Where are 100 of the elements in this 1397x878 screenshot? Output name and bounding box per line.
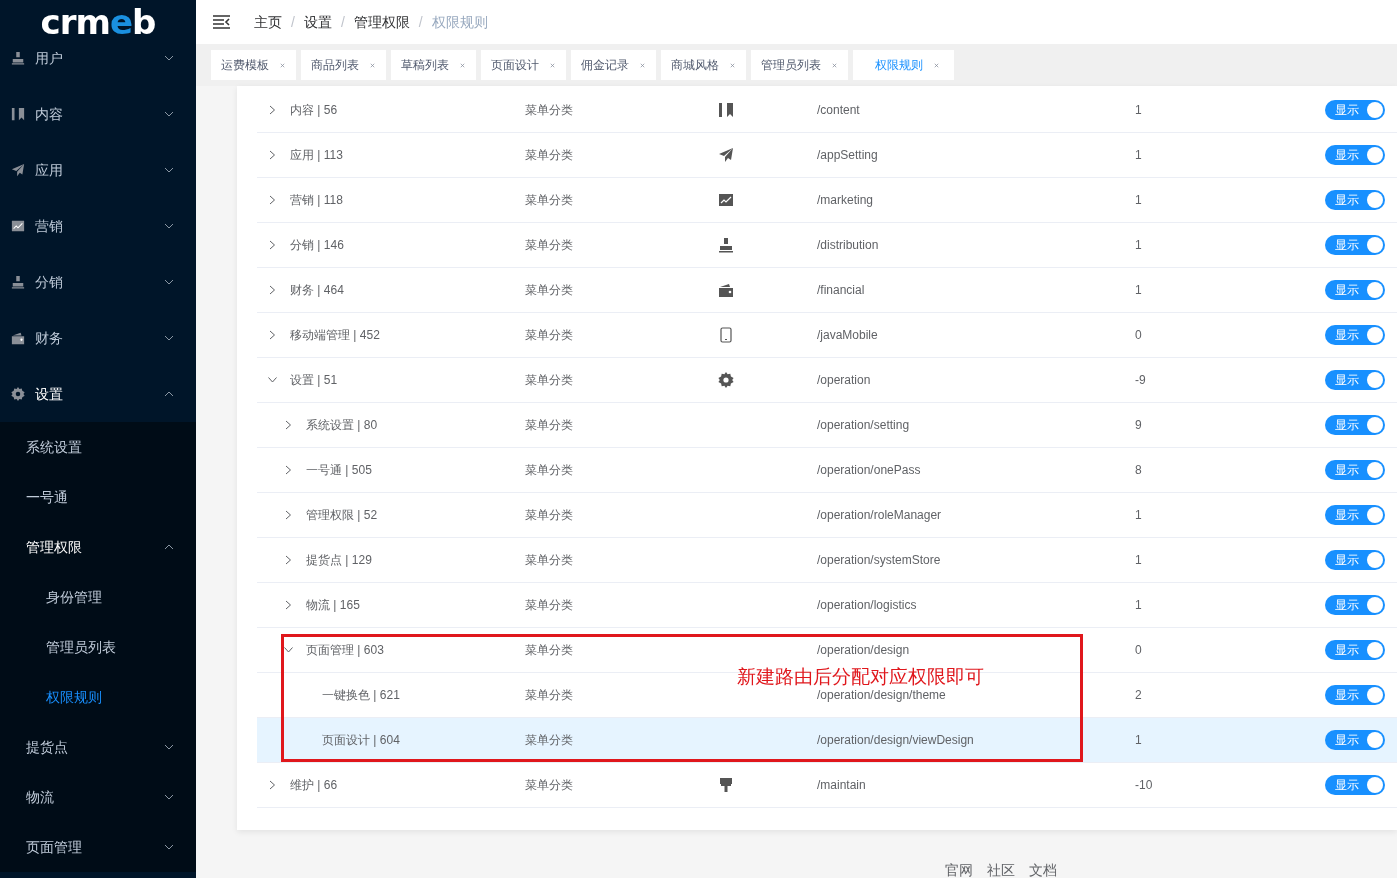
rule-type: 菜单分类 — [525, 778, 573, 792]
rule-name: 内容 | 56 — [290, 102, 338, 119]
sort-value: 1 — [1135, 193, 1142, 207]
footer-link[interactable]: 文档 — [1029, 860, 1057, 878]
sidebar-item[interactable]: 身份管理 — [0, 572, 196, 622]
sidebar-item[interactable]: 管理权限 — [0, 522, 196, 572]
rule-path: /content — [817, 103, 860, 117]
wallet-icon — [718, 282, 734, 298]
sidebar-item[interactable]: 财务 — [0, 310, 196, 366]
chart-icon — [10, 219, 26, 233]
breadcrumb-link[interactable]: 管理权限 — [353, 11, 410, 33]
sidebar-item[interactable]: 设置 — [0, 366, 196, 422]
rule-name: 应用 | 113 — [290, 147, 343, 164]
rule-name: 提货点 | 129 — [306, 552, 372, 569]
tab[interactable]: 运费模板 — [211, 50, 296, 80]
book-icon — [718, 102, 734, 118]
sort-value: 0 — [1135, 643, 1142, 657]
stamp-icon — [10, 275, 26, 289]
rule-path: /financial — [817, 283, 865, 297]
rule-path: /operation/design/viewDesign — [817, 733, 974, 747]
paper-plane-icon — [10, 163, 26, 177]
breadcrumb-separator: / — [340, 12, 345, 32]
rule-path: /operation/design/theme — [817, 688, 946, 702]
sidebar-item[interactable]: 权限规则 — [0, 672, 196, 722]
rule-type: 菜单分类 — [525, 508, 573, 522]
sidebar-item[interactable]: 管理员列表 — [0, 622, 196, 672]
rule-path: /appSetting — [817, 148, 878, 162]
rule-path: /javaMobile — [817, 328, 878, 342]
sidebar-item[interactable]: 内容 — [0, 86, 196, 142]
rule-name: 一键换色 | 621 — [322, 687, 400, 704]
rule-name: 物流 | 165 — [306, 597, 360, 614]
sort-value: -10 — [1135, 778, 1153, 792]
tablet-icon — [718, 327, 734, 343]
sort-value: 1 — [1135, 103, 1142, 117]
sidebar-item[interactable]: 提货点 — [0, 722, 196, 772]
rule-type: 菜单分类 — [525, 418, 573, 432]
sort-value: 1 — [1135, 283, 1142, 297]
rule-path: /distribution — [817, 238, 879, 252]
paper-plane-icon — [718, 147, 734, 163]
stamp-icon — [10, 52, 26, 65]
sidebar-item[interactable]: 物流 — [0, 772, 196, 822]
sidebar-item[interactable]: 应用 — [0, 142, 196, 198]
rule-name: 页面设计 | 604 — [322, 732, 400, 749]
sort-value: 1 — [1135, 733, 1142, 747]
rule-path: /operation/systemStore — [817, 553, 941, 567]
tab[interactable]: 草稿列表 — [391, 50, 476, 80]
rule-type: 菜单分类 — [525, 688, 573, 702]
sort-value: 0 — [1135, 328, 1142, 342]
rule-name: 系统设置 | 80 — [306, 417, 378, 434]
rule-path: /marketing — [817, 193, 874, 207]
sort-value: 1 — [1135, 508, 1142, 522]
chart-icon — [718, 192, 734, 208]
rule-type: 菜单分类 — [525, 103, 573, 117]
sort-value: 1 — [1135, 148, 1142, 162]
annotation-text: 新建路由后分配对应权限即可 — [737, 665, 984, 689]
breadcrumb-link[interactable]: 主页 — [254, 11, 282, 33]
rule-type: 菜单分类 — [525, 328, 573, 342]
book-icon — [10, 107, 26, 121]
tab[interactable]: 管理员列表 — [751, 50, 848, 80]
rule-name: 一号通 | 505 — [306, 462, 372, 479]
footer-link[interactable]: 社区 — [987, 860, 1015, 878]
sidebar-item[interactable]: 一号通 — [0, 472, 196, 522]
rule-name: 营销 | 118 — [290, 192, 343, 209]
sort-value: 1 — [1135, 238, 1142, 252]
rule-name: 财务 | 464 — [290, 282, 344, 299]
rule-path: /operation/design — [817, 643, 910, 657]
breadcrumb-link[interactable]: 设置 — [303, 11, 332, 33]
rule-path: /operation/logistics — [817, 598, 917, 612]
sort-value: -9 — [1135, 373, 1146, 387]
sidebar-item[interactable]: 页面管理 — [0, 822, 196, 872]
selected-row[interactable]: 页面设计 | 604 菜单分类 /operation/design/viewDesign 1 显示 — [257, 718, 1397, 763]
rule-type: 菜单分类 — [525, 598, 573, 612]
rule-name: 维护 | 66 — [290, 777, 338, 794]
sidebar-item[interactable]: 系统设置 — [0, 422, 196, 472]
rule-name: 页面管理 | 603 — [306, 642, 384, 659]
footer-link[interactable]: 官网 — [945, 860, 973, 878]
tab[interactable]: 页面设计 — [481, 50, 566, 80]
menu-icon[interactable] — [213, 15, 230, 29]
breadcrumb-current: 权限规则 — [431, 12, 488, 32]
rule-type: 菜单分类 — [525, 733, 573, 747]
tab[interactable]: 商品列表 — [301, 50, 386, 80]
stamp-icon — [718, 237, 734, 253]
logo: crmeb — [40, 5, 156, 39]
tab[interactable]: 佣金记录 — [571, 50, 656, 80]
rule-name: 管理权限 | 52 — [306, 507, 378, 524]
rule-path: /maintain — [817, 778, 866, 792]
sort-value: 8 — [1135, 463, 1142, 477]
rule-type: 菜单分类 — [525, 373, 573, 387]
rule-path: /operation/setting — [817, 418, 910, 432]
rule-type: 菜单分类 — [525, 643, 573, 657]
sort-value: 2 — [1135, 688, 1142, 702]
sidebar-item[interactable]: 营销 — [0, 198, 196, 254]
sort-value: 1 — [1135, 553, 1142, 567]
rule-path: /operation — [817, 373, 871, 387]
sidebar-item[interactable]: 分销 — [0, 254, 196, 310]
breadcrumb-separator: / — [418, 12, 423, 32]
rule-type: 菜单分类 — [525, 463, 573, 477]
rule-path: /operation/roleManager — [817, 508, 942, 522]
tab[interactable]: 商城风格 — [661, 50, 746, 80]
rule-name: 设置 | 51 — [290, 372, 338, 389]
